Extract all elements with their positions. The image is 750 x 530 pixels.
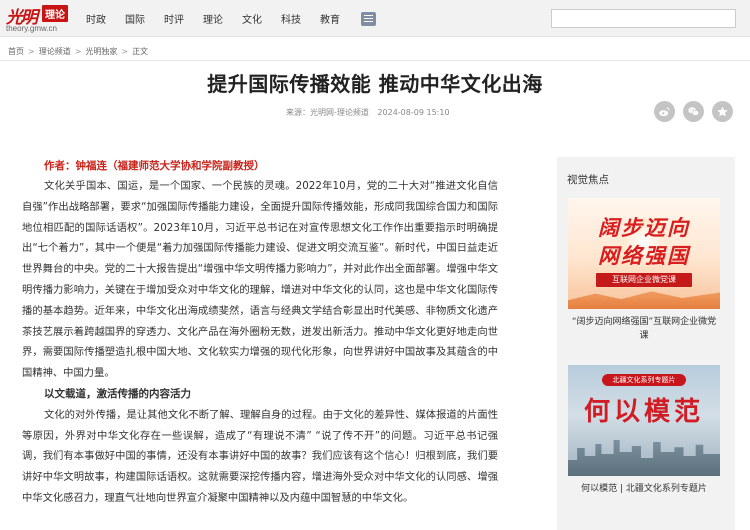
- focus-card[interactable]: 阔步迈向 网络强国 互联网企业微党课 “阔步迈向网络强国”互联网企业微党课: [568, 198, 720, 343]
- nav-item-politics[interactable]: 时政: [86, 11, 106, 26]
- image-headline: 网络强国: [598, 243, 690, 268]
- logo-url: theory.gmw.cn: [6, 24, 57, 33]
- article-author: 作者：钟福连（福建师范大学协和学院副教授）: [44, 160, 265, 172]
- top-navigation-bar: 光明 理论 theory.gmw.cn 时政 国际 时评 理论 文化 科技 教育: [0, 0, 750, 37]
- nav-item-technology[interactable]: 科技: [281, 11, 301, 26]
- article-date: 2024-08-09 15:10: [377, 108, 450, 117]
- share-weibo-button[interactable]: [654, 101, 675, 122]
- nav-item-international[interactable]: 国际: [125, 11, 145, 26]
- breadcrumb-home[interactable]: 首页: [8, 47, 24, 56]
- breadcrumb-separator: >: [74, 47, 82, 56]
- visual-focus-sidebar: 视觉焦点 阔步迈向 网络强国 互联网企业微党课 “阔步迈向网络强国”互联网企业微…: [557, 157, 735, 530]
- share-qzone-button[interactable]: [712, 101, 733, 122]
- article-body: 作者：钟福连（福建师范大学协和学院副教授） 文化关乎国本、国运，是一个国家、一个…: [22, 156, 498, 509]
- site-logo[interactable]: 光明 理论 theory.gmw.cn: [6, 3, 72, 35]
- nav-item-culture[interactable]: 文化: [242, 11, 262, 26]
- image-decoration: [568, 291, 720, 309]
- focus-card-image[interactable]: 阔步迈向 网络强国 互联网企业微党课: [568, 198, 720, 309]
- breadcrumb: 首页 > 理论频道 > 光明独家 > 正文: [8, 46, 148, 57]
- search-box[interactable]: [551, 9, 736, 31]
- article-meta: 来源：光明网-理论频道 2024-08-09 15:10: [286, 107, 456, 118]
- breadcrumb-separator: >: [121, 47, 129, 56]
- breadcrumb-separator: >: [28, 47, 35, 56]
- focus-card-image[interactable]: 北疆文化系列专题片 何以模范: [568, 365, 720, 476]
- focus-card[interactable]: 北疆文化系列专题片 何以模范 何以模范 | 北疆文化系列专题片: [568, 365, 720, 496]
- nav-item-commentary[interactable]: 时评: [164, 11, 184, 26]
- image-headline: 阔步迈向: [598, 215, 690, 240]
- divider: [0, 60, 750, 61]
- search-input[interactable]: [552, 13, 735, 31]
- focus-card-caption[interactable]: 何以模范 | 北疆文化系列专题片: [568, 482, 720, 496]
- nav-item-theory[interactable]: 理论: [203, 11, 223, 26]
- article-paragraph: 文化的对外传播，是让其他文化不断了解、理解自身的过程。由于文化的差异性、媒体报道…: [22, 408, 498, 504]
- wechat-icon: [688, 107, 700, 116]
- image-headline: 何以模范: [583, 397, 704, 427]
- weibo-icon: [659, 107, 670, 117]
- focus-card-caption[interactable]: “阔步迈向网络强国”互联网企业微党课: [568, 315, 720, 343]
- article-title: 提升国际传播效能 推动中华文化出海: [207, 72, 543, 96]
- qzone-icon: [717, 106, 728, 117]
- logo-channel-badge: 理论: [42, 5, 68, 22]
- image-decoration: [568, 440, 720, 476]
- breadcrumb-current: 正文: [132, 47, 149, 56]
- image-series-tag: 北疆文化系列专题片: [602, 374, 686, 386]
- menu-grid-icon[interactable]: [361, 11, 376, 26]
- breadcrumb-theory-channel[interactable]: 理论频道: [39, 47, 71, 56]
- share-wechat-button[interactable]: [683, 101, 704, 122]
- nav-item-education[interactable]: 教育: [320, 11, 340, 26]
- image-subtitle-band: 互联网企业微党课: [596, 273, 692, 287]
- article-paragraph: 文化关乎国本、国运，是一个国家、一个民族的灵魂。2022年10月，党的二十大对“…: [22, 180, 498, 380]
- article-subheading: 以文载道，激活传播的内容活力: [44, 387, 191, 400]
- article-source: 来源：光明网-理论频道: [286, 108, 369, 117]
- breadcrumb-exclusive[interactable]: 光明独家: [85, 47, 117, 56]
- sidebar-title: 视觉焦点: [567, 174, 609, 186]
- main-nav: 时政 国际 时评 理论 文化 科技 教育: [86, 0, 376, 37]
